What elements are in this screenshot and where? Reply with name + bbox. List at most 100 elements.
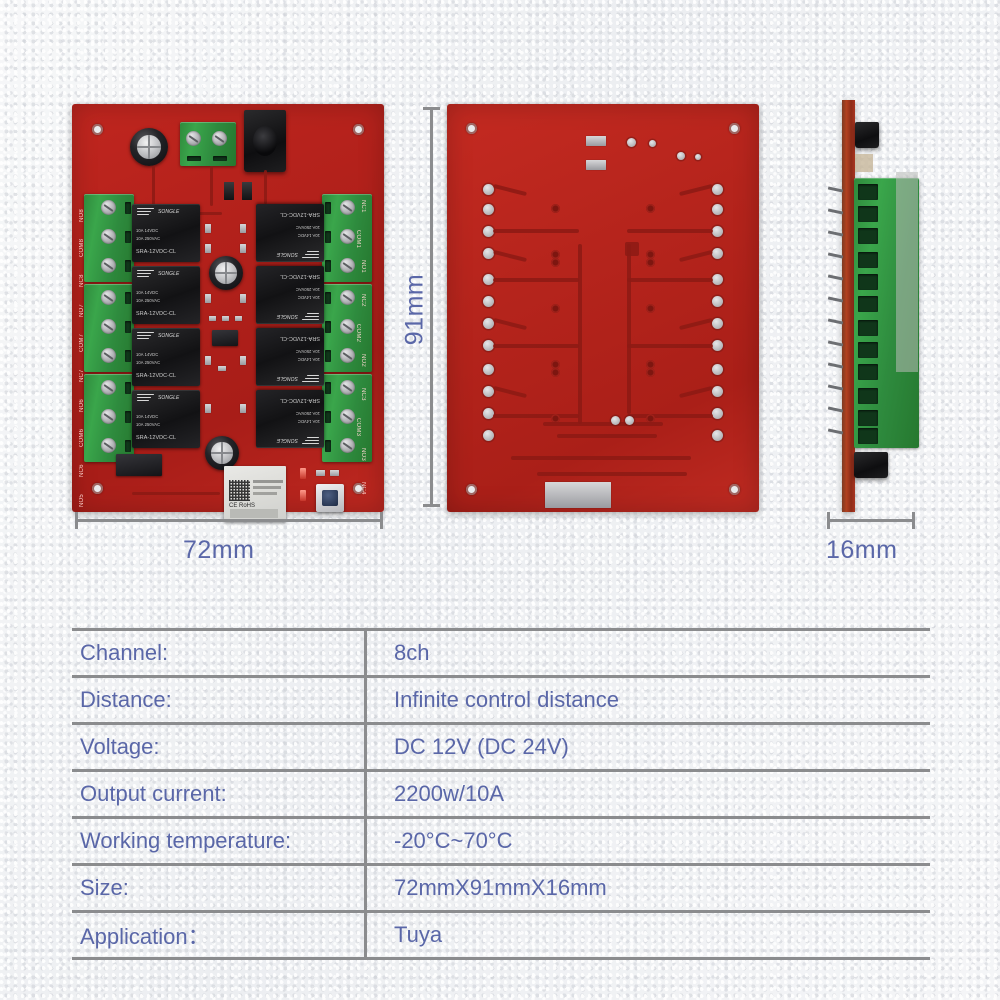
dimension-line-height	[430, 107, 433, 507]
spec-value: Infinite control distance	[394, 687, 620, 712]
pcb-trace	[557, 434, 657, 438]
terminal-screw	[101, 290, 116, 305]
relay-rating-dc: 10A 14VDC	[136, 228, 159, 233]
smd-resistor	[240, 224, 246, 233]
pcb-trace	[493, 229, 579, 233]
pcb-trace	[679, 249, 713, 263]
wire-slot	[325, 411, 331, 423]
wire-slot	[858, 206, 878, 222]
dimension-tick	[912, 512, 915, 529]
dc-barrel-jack	[244, 110, 286, 172]
relay-model: SRA-12VDC-CL	[279, 397, 320, 403]
pcb-trace	[493, 414, 579, 418]
relay-rating-dc: 10A 14VDC	[297, 233, 320, 238]
pcb-trace	[132, 492, 220, 495]
via-pad	[551, 258, 560, 267]
spec-key: Application：	[80, 924, 210, 949]
smd-resistor	[218, 366, 226, 371]
pcb-front-view: NO8 COM8 NC8 NO7 COM7 NC7 NO6 COM6 NC6 N…	[72, 104, 384, 522]
diode	[242, 182, 252, 200]
via-pad	[646, 368, 655, 377]
silkscreen-label-left: COM8	[79, 238, 85, 257]
relay-logo-icon	[137, 270, 154, 278]
spec-row: Output current: 2200w/10A	[72, 769, 930, 816]
silkscreen-label-right: COM3	[354, 418, 361, 437]
smd-resistor	[209, 316, 216, 321]
wire-slot	[858, 320, 878, 336]
pcb-trace	[679, 183, 713, 197]
via-pad	[646, 204, 655, 213]
terminal-screw	[101, 258, 116, 273]
silkscreen-label-left: COM6	[79, 428, 85, 447]
silkscreen-label-left: NC6	[79, 464, 85, 477]
pcb-trace	[543, 422, 663, 426]
silkscreen-label-right: NC2	[360, 294, 367, 307]
dimension-line-thickness	[827, 519, 915, 522]
wire-slot	[325, 321, 331, 333]
reset-button[interactable]	[316, 484, 344, 512]
mounting-hole	[466, 123, 477, 134]
solder-pad	[483, 364, 494, 375]
relay-rating-ac: 10A 250VAC	[295, 349, 320, 354]
terminal-screw	[101, 229, 116, 244]
relay-rating-ac: 10A 250VAC	[136, 422, 161, 427]
wifi-module: CE RoHS	[224, 466, 286, 522]
silkscreen-label-left: NO5	[79, 494, 85, 507]
pcb-trace	[493, 385, 527, 399]
relay-brand: SONGLE	[276, 437, 298, 443]
relay-model: SRA-12VDC-CL	[136, 311, 177, 317]
spec-column-divider	[364, 913, 367, 957]
smd-resistor	[316, 470, 325, 476]
spec-key: Voltage:	[80, 734, 160, 759]
power-terminal-block	[180, 122, 236, 166]
relay-logo-icon	[302, 374, 319, 382]
solder-pad	[712, 274, 723, 285]
relay-brand: SONGLE	[276, 313, 298, 319]
smd-resistor	[240, 404, 246, 413]
wire-slot	[125, 350, 131, 362]
solder-pad	[649, 140, 656, 147]
pcb-trace	[210, 166, 213, 206]
status-led	[300, 468, 306, 479]
mounting-hole	[729, 484, 740, 495]
spec-column-divider	[364, 772, 367, 816]
wire-slot	[325, 382, 331, 394]
spec-key: Channel:	[80, 640, 169, 665]
relay-rating-dc: 10A 14VDC	[297, 357, 320, 362]
wire-slot	[125, 260, 131, 272]
ic-pins-bottom	[119, 476, 159, 482]
solder-pad	[483, 204, 494, 215]
pcb-trace	[627, 278, 713, 282]
pcb-trace	[625, 242, 639, 256]
module-pads	[227, 459, 283, 466]
solder-pad	[712, 340, 723, 351]
spec-column-divider	[364, 725, 367, 769]
relay-logo-icon	[137, 332, 154, 340]
dimension-tick	[423, 107, 440, 110]
wire-slot	[325, 292, 331, 304]
wire-slot	[858, 342, 878, 358]
pcb-side-view	[826, 100, 926, 512]
wire-slot	[858, 252, 878, 268]
smd-resistor	[222, 316, 229, 321]
spec-column-divider	[364, 631, 367, 675]
spec-value: 8ch	[394, 640, 430, 665]
mounting-hole	[92, 124, 103, 135]
pcb-trace	[493, 183, 527, 197]
dc-barrel-jack-side	[855, 122, 879, 148]
wire-slot	[858, 274, 878, 290]
wire-slot	[325, 260, 331, 272]
pcb-trace	[264, 170, 267, 204]
pcb-trace	[493, 278, 579, 282]
spec-key: Output current:	[80, 781, 227, 806]
terminal-screw	[212, 131, 227, 146]
smd-resistor	[330, 470, 339, 476]
silkscreen-label-left: NC7	[79, 369, 85, 382]
silkscreen-label-right: NO2	[360, 354, 367, 367]
pcb-trace	[511, 456, 691, 460]
pcb-trace	[627, 344, 713, 348]
solder-pad	[625, 416, 634, 425]
electrolytic-capacitor	[130, 128, 168, 166]
relay-rating-dc: 10A 14VDC	[136, 414, 159, 419]
relay-module: SONGLE 10A 14VDC 10A 250VAC SRA-12VDC-CL	[132, 328, 200, 386]
